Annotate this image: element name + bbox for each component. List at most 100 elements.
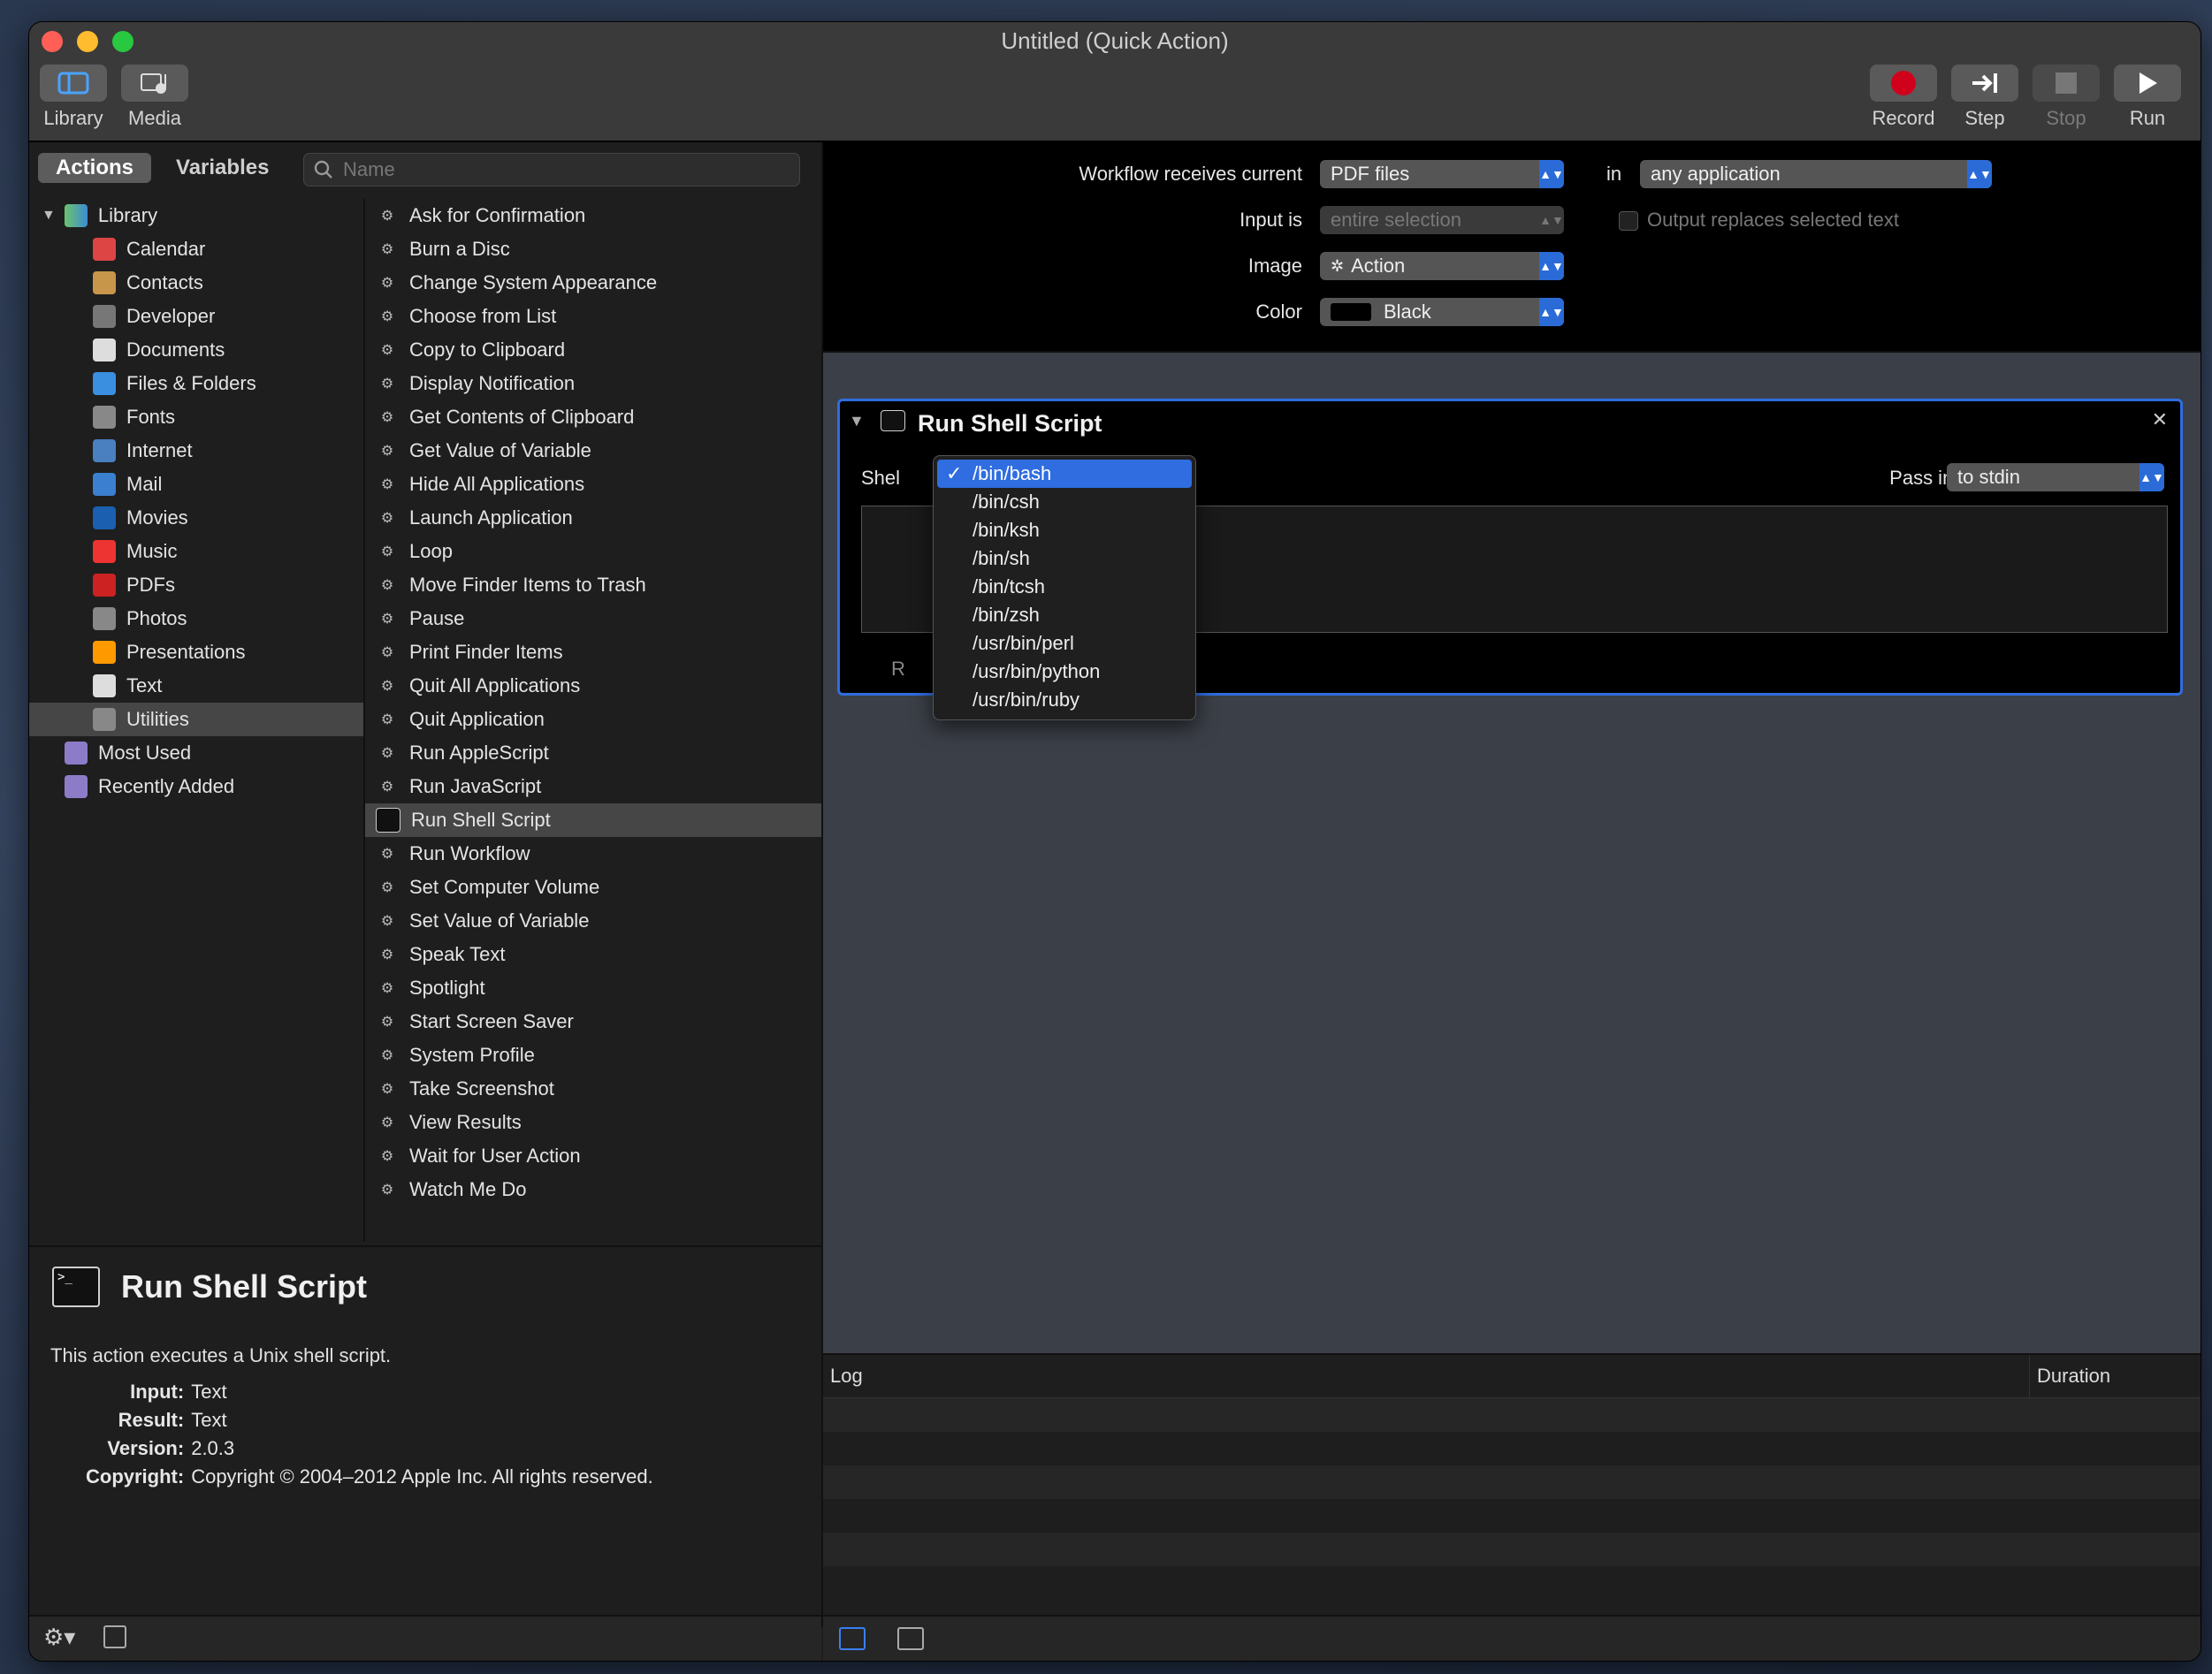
log-column-header[interactable]: Log	[823, 1355, 2030, 1397]
action-item-run-shell-script[interactable]: Run Shell Script	[365, 803, 821, 837]
application-popup[interactable]: any application ▲▼	[1640, 160, 1992, 188]
action-item-wait-for-user-action[interactable]: ⚙ Wait for User Action	[365, 1139, 821, 1173]
action-item-start-screen-saver[interactable]: ⚙ Start Screen Saver	[365, 1005, 821, 1039]
shell-option[interactable]: /usr/bin/python	[937, 658, 1192, 686]
text-icon	[93, 674, 116, 697]
category-contacts[interactable]: Contacts	[29, 266, 363, 300]
category-documents[interactable]: Documents	[29, 333, 363, 367]
action-item-run-javascript[interactable]: ⚙ Run JavaScript	[365, 770, 821, 803]
color-popup[interactable]: Black ▲▼	[1320, 298, 1564, 326]
receives-label: Workflow receives current	[1079, 163, 1302, 185]
automator-robot-icon: ⚙	[380, 1115, 394, 1130]
movies-icon	[93, 506, 116, 529]
action-item-speak-text[interactable]: ⚙ Speak Text	[365, 938, 821, 971]
flow-view-icon[interactable]	[897, 1627, 924, 1650]
automator-robot-icon: ⚙	[380, 914, 394, 929]
action-item-hide-all-applications[interactable]: ⚙ Hide All Applications	[365, 468, 821, 501]
image-popup[interactable]: ✲ Action ▲▼	[1320, 252, 1564, 280]
category-movies[interactable]: Movies	[29, 501, 363, 535]
action-item-system-profile[interactable]: ⚙ System Profile	[365, 1039, 821, 1072]
category-label: Movies	[126, 506, 188, 529]
action-item-quit-all-applications[interactable]: ⚙ Quit All Applications	[365, 669, 821, 703]
collection-recently-added[interactable]: Recently Added	[29, 770, 363, 803]
files-folders-icon	[93, 372, 116, 395]
description-details: Input: Text Result: Text Version: 2.0.3 Cop…	[82, 1378, 657, 1491]
media-toolbar-button[interactable]: Media	[121, 65, 188, 130]
receives-popup[interactable]: PDF files ▲▼	[1320, 160, 1564, 188]
action-item-launch-application[interactable]: ⚙ Launch Application	[365, 501, 821, 535]
library-root[interactable]: ▼ Library	[29, 199, 363, 232]
collection-most-used[interactable]: Most Used	[29, 736, 363, 770]
action-item-run-workflow[interactable]: ⚙ Run Workflow	[365, 837, 821, 871]
shell-option[interactable]: /bin/zsh	[937, 601, 1192, 629]
close-icon[interactable]: ✕	[2152, 408, 2168, 431]
action-item-loop[interactable]: ⚙ Loop	[365, 535, 821, 568]
category-internet[interactable]: Internet	[29, 434, 363, 468]
shell-option[interactable]: /bin/sh	[937, 544, 1192, 573]
action-item-watch-me-do[interactable]: ⚙ Watch Me Do	[365, 1173, 821, 1206]
category-label: Text	[126, 674, 163, 696]
tab-variables[interactable]: Variables	[158, 153, 286, 183]
tab-actions[interactable]: Actions	[38, 153, 152, 183]
action-item-print-finder-items[interactable]: ⚙ Print Finder Items	[365, 635, 821, 669]
category-label: Utilities	[126, 708, 189, 730]
action-item-choose-from-list[interactable]: ⚙ Choose from List	[365, 300, 821, 333]
shell-option[interactable]: /bin/csh	[937, 488, 1192, 516]
pass-input-popup[interactable]: to stdin ▲▼	[1947, 463, 2164, 491]
run-icon	[2114, 65, 2181, 102]
action-item-burn-a-disc[interactable]: ⚙ Burn a Disc	[365, 232, 821, 266]
automator-robot-icon: ⚙	[380, 477, 394, 492]
category-fonts[interactable]: Fonts	[29, 400, 363, 434]
action-item-move-finder-items-to-trash[interactable]: ⚙ Move Finder Items to Trash	[365, 568, 821, 602]
action-item-change-system-appearance[interactable]: ⚙ Change System Appearance	[365, 266, 821, 300]
action-item-ask-for-confirmation[interactable]: ⚙ Ask for Confirmation	[365, 199, 821, 232]
category-mail[interactable]: Mail	[29, 468, 363, 501]
record-button[interactable]: Record	[1870, 65, 1937, 130]
action-item-get-contents-of-clipboard[interactable]: ⚙ Get Contents of Clipboard	[365, 400, 821, 434]
shell-option[interactable]: /bin/ksh	[937, 516, 1192, 544]
step-button[interactable]: Step	[1951, 65, 2018, 130]
shell-option[interactable]: /usr/bin/ruby	[937, 686, 1192, 714]
list-view-icon[interactable]	[839, 1627, 866, 1650]
action-item-quit-application[interactable]: ⚙ Quit Application	[365, 703, 821, 736]
action-item-spotlight[interactable]: ⚙ Spotlight	[365, 971, 821, 1005]
action-item-run-applescript[interactable]: ⚙ Run AppleScript	[365, 736, 821, 770]
category-music[interactable]: Music	[29, 535, 363, 568]
category-calendar[interactable]: Calendar	[29, 232, 363, 266]
output-replaces-checkbox[interactable]	[1619, 211, 1638, 231]
library-toolbar-button[interactable]: Library	[40, 65, 107, 130]
action-item-display-notification[interactable]: ⚙ Display Notification	[365, 367, 821, 400]
stop-button[interactable]: Stop	[2033, 65, 2100, 130]
disclosure-triangle-icon[interactable]: ▼	[849, 412, 865, 430]
category-text[interactable]: Text	[29, 669, 363, 703]
category-developer[interactable]: Developer	[29, 300, 363, 333]
category-pdfs[interactable]: PDFs	[29, 568, 363, 602]
action-item-set-computer-volume[interactable]: ⚙ Set Computer Volume	[365, 871, 821, 904]
action-item-take-screenshot[interactable]: ⚙ Take Screenshot	[365, 1072, 821, 1106]
show-description-icon[interactable]	[103, 1625, 126, 1648]
music-icon	[93, 540, 116, 563]
in-label: in	[1606, 163, 1622, 185]
action-item-get-value-of-variable[interactable]: ⚙ Get Value of Variable	[365, 434, 821, 468]
category-utilities[interactable]: Utilities	[29, 703, 363, 736]
action-item-copy-to-clipboard[interactable]: ⚙ Copy to Clipboard	[365, 333, 821, 367]
action-item-label: Start Screen Saver	[409, 1010, 574, 1032]
gear-menu-icon[interactable]: ⚙︎▾	[43, 1624, 75, 1651]
shell-option[interactable]: ✓ /bin/bash	[937, 460, 1192, 488]
action-item-set-value-of-variable[interactable]: ⚙ Set Value of Variable	[365, 904, 821, 938]
run-button[interactable]: Run	[2114, 65, 2181, 130]
search-input[interactable]: Name	[303, 153, 800, 186]
shell-option[interactable]: /bin/tcsh	[937, 573, 1192, 601]
shell-option[interactable]: /usr/bin/perl	[937, 629, 1192, 658]
automator-robot-icon: ⚙	[380, 544, 394, 559]
action-item-label: Set Computer Volume	[409, 876, 600, 898]
category-files-folders[interactable]: Files & Folders	[29, 367, 363, 400]
duration-column-header[interactable]: Duration	[2030, 1355, 2110, 1397]
action-item-view-results[interactable]: ⚙ View Results	[365, 1106, 821, 1139]
action-item-pause[interactable]: ⚙ Pause	[365, 602, 821, 635]
input-is-popup[interactable]: entire selection ▲▼	[1320, 206, 1564, 234]
output-replaces-label: Output replaces selected text	[1647, 209, 1899, 231]
category-presentations[interactable]: Presentations	[29, 635, 363, 669]
action-item-label: Spotlight	[409, 977, 485, 999]
category-photos[interactable]: Photos	[29, 602, 363, 635]
